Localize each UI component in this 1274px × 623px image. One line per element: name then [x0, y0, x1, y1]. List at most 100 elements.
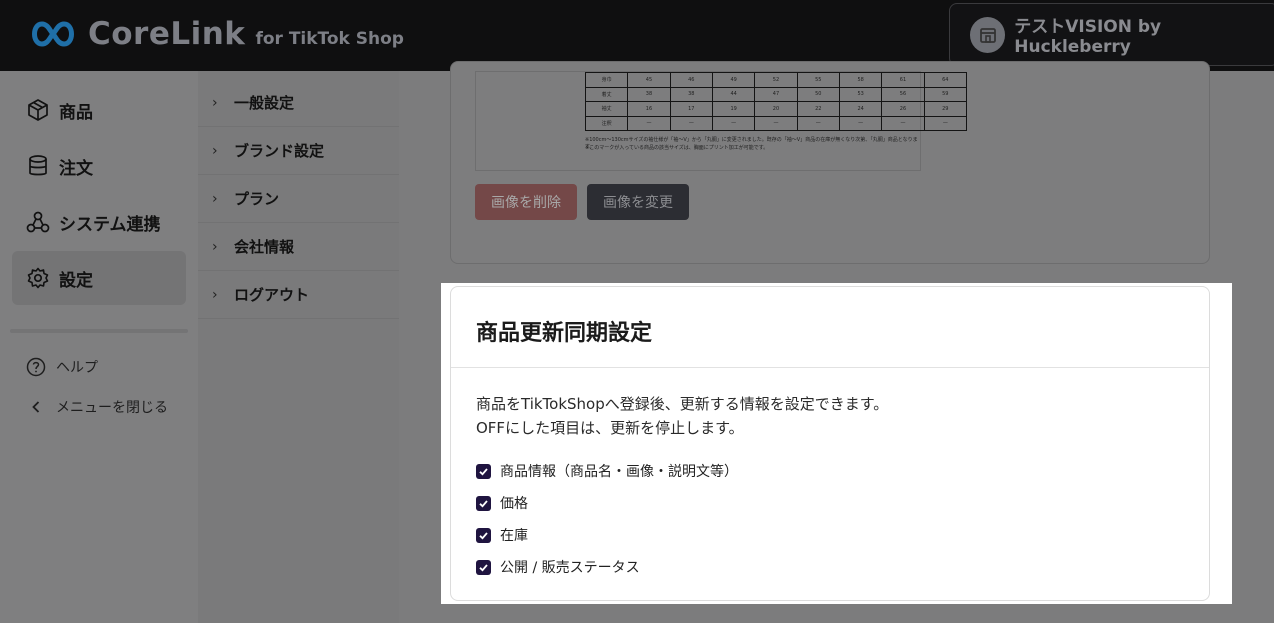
- close-menu-button[interactable]: メニューを閉じる: [26, 397, 168, 417]
- size-chart-cell: 19: [711, 101, 756, 117]
- chevron-right-icon: ›: [212, 190, 218, 207]
- network-icon: [26, 211, 50, 233]
- sidebar-item-system-integration[interactable]: システム連携: [12, 195, 186, 249]
- checkbox-label: 価格: [500, 496, 528, 512]
- size-chart-cell: 59: [923, 86, 968, 102]
- chevron-right-icon: ›: [212, 94, 218, 111]
- size-chart-note: ※このマークが入っている商品の該当サイズは、胸面にプリント加工が可能です。: [585, 145, 769, 151]
- size-chart-image: 身巾 45 46 49 52 55 58 61 64 着丈 38 38 44 47 50 53 56 59 袖丈 16…: [475, 71, 968, 171]
- sidebar-item-label: システム連携: [59, 214, 161, 235]
- size-chart-table: 身巾 45 46 49 52 55 58 61 64 着丈 38 38 44 47 50 53 56 59 袖丈 16…: [584, 72, 968, 131]
- subnav-item-label: ログアウト: [234, 286, 310, 304]
- sidebar-item-label: 商品: [59, 102, 93, 123]
- size-chart-cell: —: [627, 115, 671, 131]
- modal-divider: [451, 367, 1209, 368]
- size-chart-cell: 56: [881, 86, 925, 102]
- sidebar-divider: [10, 329, 188, 333]
- sidebar-item-settings[interactable]: 設定: [12, 251, 186, 305]
- size-chart-cell: 注釈: [584, 115, 629, 131]
- size-chart-cell: 身巾: [584, 72, 629, 88]
- shop-selector[interactable]: テストVISION by Huckleberry: [949, 3, 1274, 66]
- size-chart-cell: 袖丈: [584, 101, 629, 117]
- size-chart-cell: 24: [838, 101, 883, 117]
- size-chart-cell: —: [754, 115, 798, 131]
- size-chart-cell: 52: [754, 72, 798, 88]
- settings-subnav: › 一般設定 › ブランド設定 › プラン › 会社情報 › ログアウト: [198, 71, 399, 623]
- subnav-item-label: プラン: [234, 190, 280, 208]
- modal-title: 商品更新同期設定: [476, 321, 653, 346]
- size-chart-cell: 58: [838, 72, 883, 88]
- shop-name: テストVISION by Huckleberry: [1014, 17, 1162, 57]
- subnav-item-general[interactable]: › 一般設定: [198, 79, 399, 127]
- sidebar-item-label: 設定: [59, 270, 93, 291]
- size-chart-cell: —: [669, 115, 713, 131]
- chevron-right-icon: ›: [212, 142, 218, 159]
- checkbox-checked-icon[interactable]: [476, 527, 491, 543]
- checkbox-checked-icon[interactable]: [476, 495, 491, 511]
- sync-option-publish-status[interactable]: 公開 / 販売ステータス: [476, 557, 640, 577]
- size-chart-cell: 20: [754, 101, 798, 117]
- size-chart-cell: 17: [669, 101, 713, 117]
- chevron-left-icon: [32, 401, 40, 413]
- size-chart-cell: 26: [881, 101, 925, 117]
- box-icon: [28, 99, 48, 121]
- database-icon: [29, 155, 47, 176]
- size-chart-cell: 64: [923, 72, 968, 88]
- logo-text: CoreLink: [88, 16, 246, 52]
- help-circle-icon: [26, 357, 46, 377]
- modal-card: 商品更新同期設定 商品をTikTokShopへ登録後、更新する情報を設定できます…: [450, 286, 1210, 601]
- size-chart-cell: 50: [796, 86, 840, 102]
- size-chart-row: 袖丈 16 17 19 20 22 24 26 29: [584, 101, 968, 117]
- checkbox-checked-icon[interactable]: [476, 559, 491, 575]
- help-link[interactable]: ヘルプ: [26, 357, 98, 377]
- gear-icon: [27, 267, 49, 289]
- size-chart-cell: 45: [627, 72, 671, 88]
- sidebar-item-orders[interactable]: 注文: [12, 139, 186, 193]
- modal-description: 商品をTikTokShopへ登録後、更新する情報を設定できます。: [476, 395, 889, 413]
- size-chart-cell: 49: [711, 72, 756, 88]
- modal-description: OFFにした項目は、更新を停止します。: [476, 419, 744, 437]
- size-chart-cell: 55: [796, 72, 840, 88]
- size-chart-cell: 16: [627, 101, 671, 117]
- sync-settings-modal: 商品更新同期設定 商品をTikTokShopへ登録後、更新する情報を設定できます…: [441, 283, 1232, 604]
- sync-option-product-info[interactable]: 商品情報（商品名・画像・説明文等）: [476, 461, 738, 481]
- size-chart-cell: 47: [754, 86, 798, 102]
- subnav-item-label: 一般設定: [234, 94, 295, 112]
- size-chart-cell: 38: [627, 86, 671, 102]
- corelink-logo[interactable]: CoreLink for TikTok Shop: [28, 16, 404, 52]
- size-chart-cell: 22: [796, 101, 840, 117]
- size-chart-cell: 29: [923, 101, 968, 117]
- size-chart-cell: —: [838, 115, 883, 131]
- subnav-item-company[interactable]: › 会社情報: [198, 223, 399, 271]
- subnav-item-logout[interactable]: › ログアウト: [198, 271, 399, 319]
- size-chart-cell: 61: [881, 72, 925, 88]
- sync-option-stock[interactable]: 在庫: [476, 525, 528, 545]
- sidebar: 商品 注文 システム連携 設定 ヘルプ メニューを閉じる: [0, 71, 198, 623]
- delete-image-button[interactable]: 画像を削除: [475, 184, 577, 220]
- checkbox-checked-icon[interactable]: [476, 463, 491, 479]
- size-chart-cell: 53: [838, 86, 883, 102]
- subnav-item-brand[interactable]: › ブランド設定: [198, 127, 399, 175]
- checkbox-label: 商品情報（商品名・画像・説明文等）: [500, 464, 738, 480]
- change-image-button[interactable]: 画像を変更: [587, 184, 689, 220]
- chevron-right-icon: ›: [212, 238, 218, 255]
- subnav-item-plan[interactable]: › プラン: [198, 175, 399, 223]
- store-icon: [970, 16, 1006, 53]
- size-chart-cell: 着丈: [584, 86, 629, 102]
- size-chart-cell: —: [711, 115, 756, 131]
- size-chart-row: 身巾 45 46 49 52 55 58 61 64: [584, 72, 968, 88]
- close-menu-label: メニューを閉じる: [56, 400, 168, 416]
- size-chart-cell: 46: [669, 72, 713, 88]
- size-chart-cell: —: [881, 115, 925, 131]
- size-chart-row: 注釈 — — — — — — — —: [584, 115, 968, 131]
- size-chart-row: 着丈 38 38 44 47 50 53 56 59: [584, 86, 968, 102]
- subnav-item-label: ブランド設定: [234, 142, 325, 160]
- size-chart-cell: —: [923, 115, 968, 131]
- help-label: ヘルプ: [56, 360, 98, 376]
- sync-option-price[interactable]: 価格: [476, 493, 528, 513]
- logo-subtitle: for TikTok Shop: [255, 29, 404, 49]
- checkbox-label: 公開 / 販売ステータス: [500, 560, 640, 576]
- sidebar-item-label: 注文: [59, 158, 93, 179]
- sidebar-item-products[interactable]: 商品: [12, 83, 186, 137]
- checkbox-label: 在庫: [500, 528, 528, 544]
